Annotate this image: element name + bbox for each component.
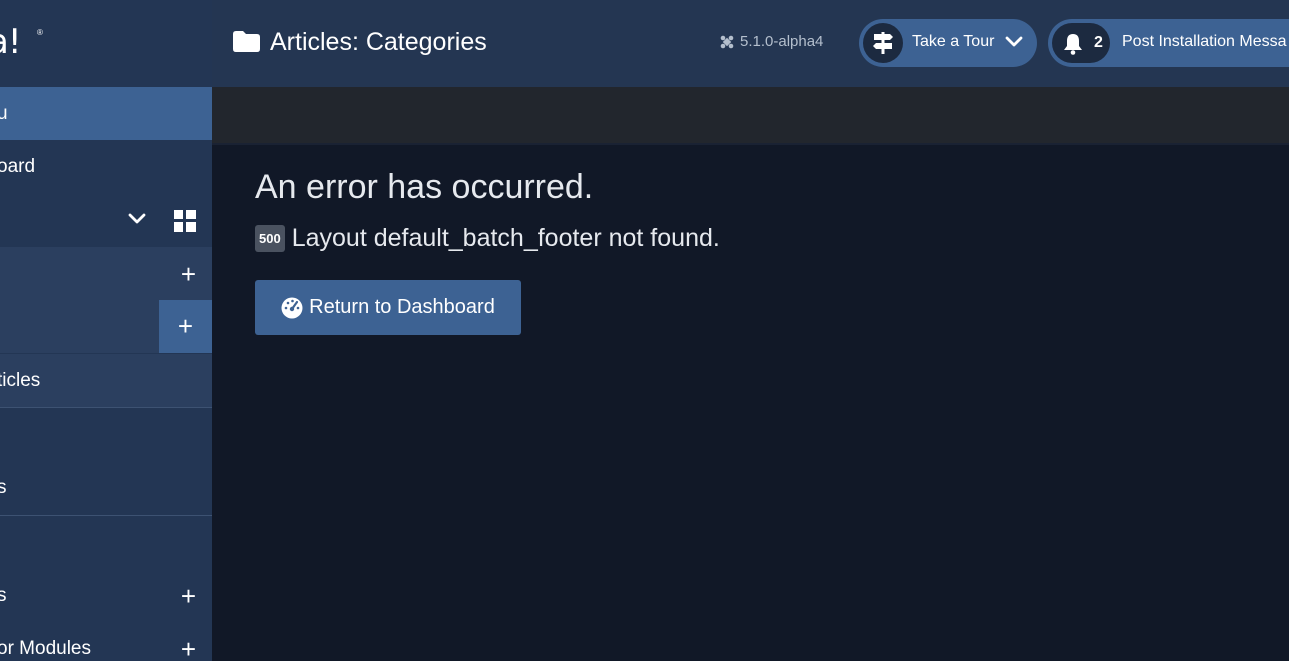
sidebar-item-content[interactable] [0,194,212,247]
version-badge[interactable]: 5.1.0-alpha4 [720,33,823,50]
sidebar-item-label: oard [0,155,36,177]
sidebar-item-label: or Modules [0,637,91,659]
sidebar-item-label: s [0,476,7,498]
sidebar-item-dashboard[interactable]: oard [0,140,212,193]
signpost-icon-wrap [863,23,903,63]
error-code-badge: 500 [255,225,285,252]
chevron-down-icon[interactable] [128,213,146,225]
sidebar-item-label: u [0,102,8,124]
chevron-down-icon [1005,36,1023,47]
toolbar [212,87,1289,145]
notification-badge: 2 [1052,23,1110,63]
sidebar-item-modules[interactable]: s + [0,569,212,622]
sidebar-item-administrator-modules[interactable]: or Modules + [0,622,212,661]
post-installation-messages-button[interactable]: 2 Post Installation Messa [1048,19,1289,67]
add-admin-module-icon[interactable]: + [181,636,196,661]
add-module-icon[interactable]: + [181,583,196,609]
sidebar-item-toggle-menu[interactable]: u [0,87,212,140]
main-content: An error has occurred. 500 Layout defaul… [212,145,1289,661]
sidebar-item-featured-articles[interactable]: ticles [0,354,212,407]
version-text: 5.1.0-alpha4 [740,33,824,50]
add-article-icon[interactable]: + [181,261,196,287]
bell-icon [1064,34,1082,55]
post-installation-label: Post Installation Messa [1122,33,1287,50]
tachometer-icon [281,297,303,318]
notification-count: 2 [1094,34,1103,51]
return-to-dashboard-button[interactable]: Return to Dashboard [255,280,521,335]
error-message: Layout default_batch_footer not found. [291,224,720,252]
sidebar-divider [0,515,212,516]
error-message-line: 500 Layout default_batch_footer not foun… [255,224,720,253]
page-title: Articles: Categories [270,28,487,56]
error-heading: An error has occurred. [255,168,594,206]
sidebar-item-categories[interactable]: + [0,300,212,353]
sidebar-item-label: ticles [0,369,41,391]
logo-registered-mark: ® [37,28,43,37]
add-category-icon[interactable]: + [159,300,212,353]
dashboard-grid-icon[interactable] [174,210,196,232]
header: Articles: Categories 5.1.0-alpha4 Take a… [212,0,1289,87]
sidebar-divider [0,407,212,408]
signpost-icon [873,32,893,54]
brand-logo[interactable]: a! ® [0,0,212,87]
folder-icon [233,31,260,52]
sidebar-item-articles[interactable]: + [0,247,212,300]
take-a-tour-button[interactable]: Take a Tour [859,19,1037,67]
sidebar-item-label: s [0,584,7,606]
sidebar-item-fields[interactable]: s [0,461,212,514]
return-button-label: Return to Dashboard [309,296,495,318]
logo-text: a! [0,22,21,62]
tour-label: Take a Tour [912,33,995,50]
joomla-icon [720,35,734,48]
sidebar: a! ® u oard + + ticles s s + or Mo [0,0,212,661]
